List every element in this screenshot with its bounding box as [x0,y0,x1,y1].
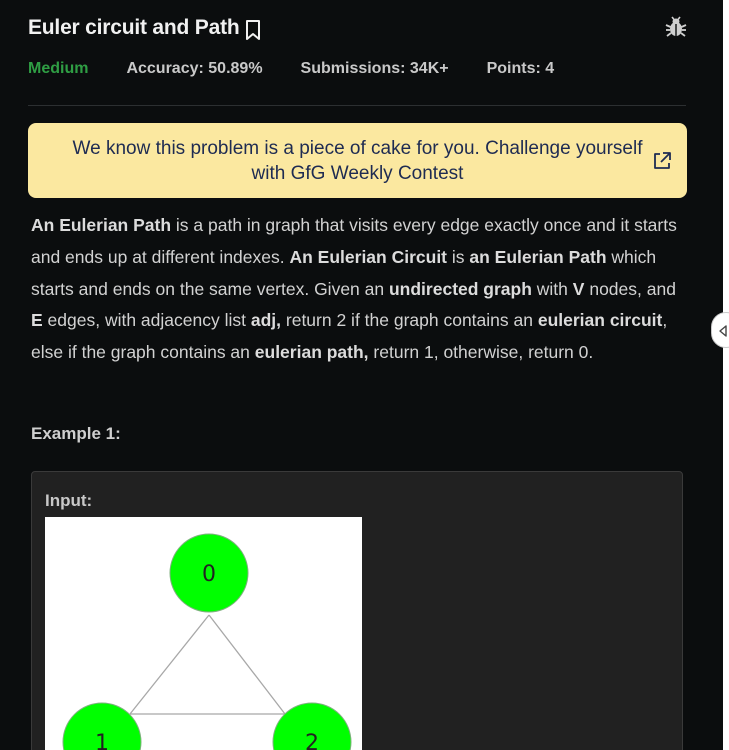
desc-text: with [531,278,573,299]
graph-node-label: 2 [305,731,319,750]
example-heading: Example 1: [31,424,121,443]
difficulty-badge: Medium [28,60,89,77]
bookmark-icon[interactable] [244,19,262,41]
desc-text: edges, with adjacency list [42,310,251,331]
desc-text: is [447,246,470,267]
term-undirected-graph: undirected graph [388,278,532,299]
divider [28,105,686,106]
banner-text: We know this problem is a piece of cake … [72,137,643,184]
problem-description: An Eulerian Path is a path in graph that… [31,210,681,369]
term-eulerian-path: An Eulerian Path [31,215,172,235]
title-row: Euler circuit and Path [28,12,688,44]
graph-node-label: 0 [202,562,216,587]
term-v: V [572,278,585,299]
graph-edge [129,614,210,715]
term-eulerian-circuit-2: eulerian circuit [537,310,663,331]
problem-panel: Euler circuit and Path Medium Accuracy: … [0,0,723,750]
desc-text: nodes, and [584,278,676,299]
accuracy-stat: Accuracy: 50.89% [126,60,263,77]
desc-text: return 1, otherwise, return 0. [368,342,594,363]
panel-edge [723,0,729,750]
example-box: Input: 0 1 2 [31,471,683,750]
graph-edge [208,614,286,715]
problem-meta: Medium Accuracy: 50.89% Submissions: 34K… [28,60,592,78]
graph-svg: 0 1 2 [62,533,352,750]
external-link-icon[interactable] [651,150,673,172]
desc-text: return 2 if the graph contains an [281,310,538,331]
term-eulerian-circuit: An Eulerian Circuit [289,246,448,267]
term-eulerian-path-2: eulerian path, [254,342,369,363]
bug-icon[interactable] [664,15,688,39]
input-label: Input: [45,491,93,510]
problem-title: Euler circuit and Path [28,16,240,39]
contest-banner[interactable]: We know this problem is a piece of cake … [28,123,687,198]
points-stat: Points: 4 [486,60,555,77]
graph-node-label: 1 [95,731,109,750]
term-an-eulerian-path: an Eulerian Path [469,246,607,267]
collapse-panel-button[interactable] [711,312,729,348]
caret-left-icon [719,325,727,337]
term-e: E [31,310,43,331]
term-adj: adj, [250,310,282,331]
example-graph-image: 0 1 2 [45,517,362,750]
submissions-stat: Submissions: 34K+ [300,60,449,77]
